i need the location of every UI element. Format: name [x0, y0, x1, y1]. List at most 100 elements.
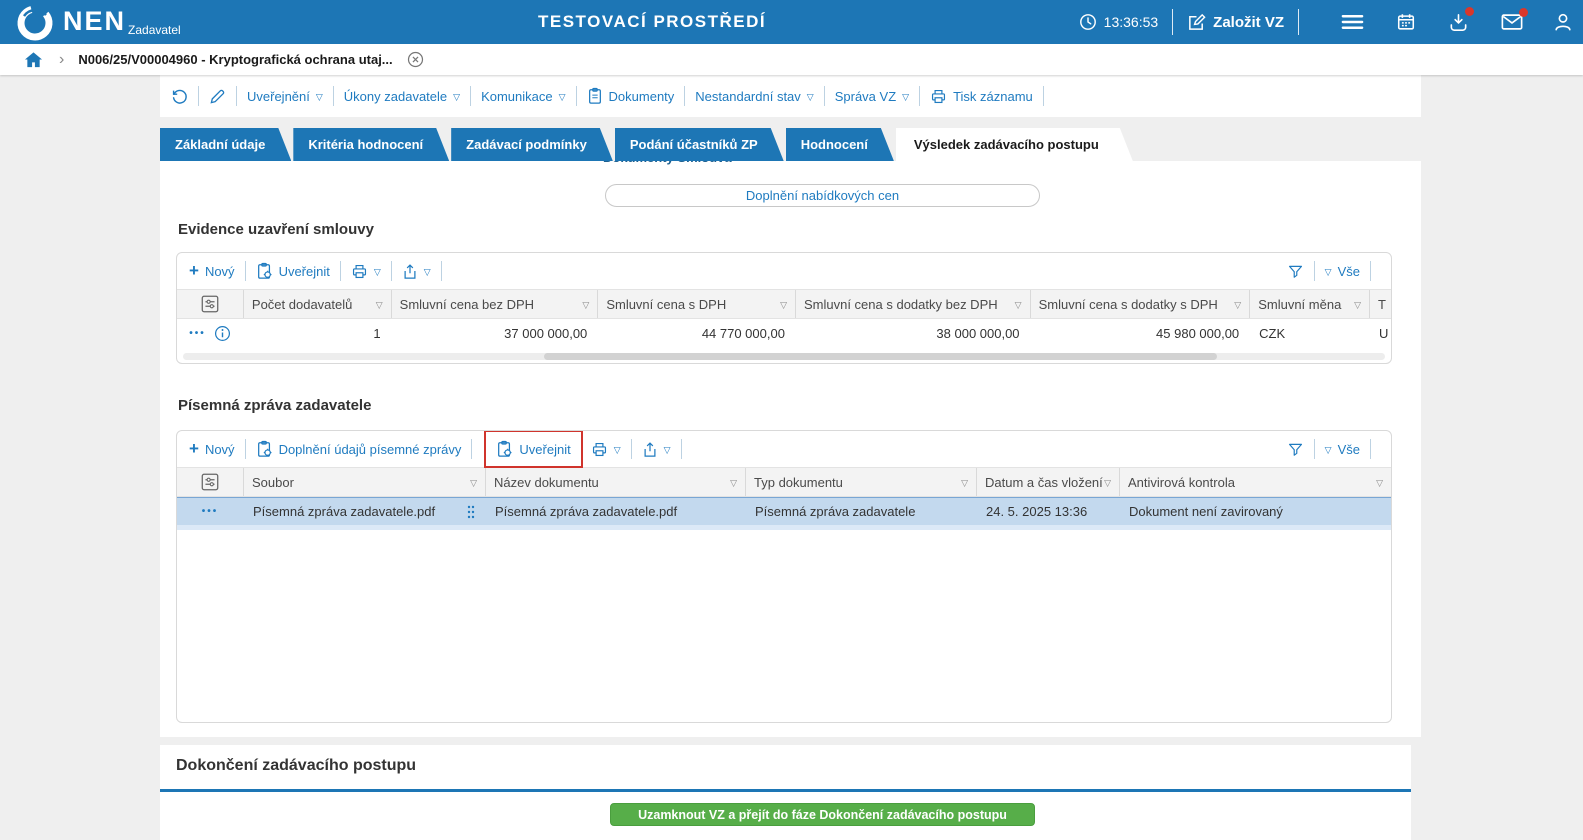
column-header[interactable]: Smluvní cena s dodatky bez DPH▽	[795, 290, 1030, 318]
column-settings-icon	[200, 472, 220, 492]
row-menu-icon[interactable]: •••	[202, 506, 219, 517]
column-settings-button[interactable]	[177, 468, 243, 496]
column-header[interactable]: Smluvní měna▽	[1249, 290, 1369, 318]
tab-zadavaci-podminky[interactable]: Zadávací podmínky	[451, 128, 613, 161]
notification-badge	[1465, 7, 1474, 16]
filter-dropdown-icon[interactable]: ▽	[1015, 301, 1022, 310]
tab-podani-ucastniku[interactable]: Podání účastníků ZP	[615, 128, 784, 161]
publish-highlight-box: Uveřejnit	[484, 430, 582, 468]
column-header-truncated[interactable]: T	[1369, 290, 1391, 318]
menu-uverejneni[interactable]: Uveřejnění▽	[247, 89, 323, 104]
brand[interactable]: NEN Zadavatel	[0, 1, 181, 44]
tab-kriteria-hodnoceni[interactable]: Kritéria hodnocení	[293, 128, 449, 161]
fill-offer-prices-button[interactable]: Doplnění nabídkových cen	[605, 184, 1040, 207]
edit-button[interactable]	[209, 88, 226, 105]
contract-table-row[interactable]: ••• 1 37 000 000,00 44 770 000,00 38 000…	[177, 319, 1391, 347]
filter-dropdown-icon[interactable]: ▽	[470, 479, 477, 488]
column-header[interactable]: Datum a čas vložení▽	[976, 468, 1119, 496]
column-header[interactable]: Soubor▽	[243, 468, 485, 496]
report-table-row-selected[interactable]: ••• Písemná zpráva zadavatele.pdf Písemn…	[177, 497, 1391, 525]
divider	[1298, 9, 1299, 35]
menu-button[interactable]	[1341, 13, 1364, 31]
filter-dropdown-icon[interactable]: ▽	[961, 479, 968, 488]
fill-report-data-button[interactable]: Doplnění údajů písemné zprávy	[256, 440, 462, 458]
user-profile-button[interactable]	[1553, 12, 1573, 32]
report-grid-toolbar: +Nový Doplnění údajů písemné zprávy Uveř…	[177, 431, 1391, 467]
column-header[interactable]: Název dokumentu▽	[485, 468, 745, 496]
divider	[919, 86, 920, 106]
divider	[631, 439, 632, 459]
dropdown-icon: ▽	[902, 93, 909, 102]
lock-vz-button[interactable]: Uzamknout VZ a přejít do fáze Dokončení …	[610, 803, 1035, 826]
close-record-icon[interactable]	[407, 51, 424, 68]
filter-dropdown-icon[interactable]: ▽	[1104, 479, 1111, 488]
cell-mena: CZK	[1249, 326, 1369, 341]
column-settings-button[interactable]	[177, 290, 243, 318]
column-header[interactable]: Smluvní cena s dodatky s DPH▽	[1030, 290, 1250, 318]
horizontal-scrollbar[interactable]	[183, 353, 1385, 360]
filter-button[interactable]	[1287, 263, 1304, 280]
column-header[interactable]: Typ dokumentu▽	[745, 468, 976, 496]
history-button[interactable]	[170, 87, 188, 105]
contract-table-header: Počet dodavatelů▽ Smluvní cena bez DPH▽ …	[177, 289, 1391, 319]
print-grid-button[interactable]: ▽	[351, 263, 381, 280]
cell-soubor[interactable]: Písemná zpráva zadavatele.pdf	[253, 504, 435, 519]
row-menu-icon[interactable]: •••	[189, 328, 206, 339]
column-header[interactable]: Antivirová kontrola▽	[1119, 468, 1391, 496]
contract-grid: +Nový Uveřejnit ▽ ▽	[176, 252, 1392, 364]
divider	[576, 86, 577, 106]
print-record-button[interactable]: Tisk záznamu	[930, 88, 1033, 105]
export-icon	[642, 441, 658, 458]
messages-button[interactable]	[1501, 13, 1523, 31]
tab-hodnoceni[interactable]: Hodnocení	[786, 128, 894, 161]
calendar-button[interactable]	[1396, 12, 1416, 32]
breadcrumb-record[interactable]: N006/25/V00004960 - Kryptografická ochra…	[78, 52, 392, 67]
divider	[441, 261, 442, 281]
export-button[interactable]: ▽	[642, 441, 671, 458]
drag-handle-icon[interactable]	[467, 505, 475, 519]
downloads-button[interactable]	[1448, 12, 1469, 33]
tab-vysledek-active[interactable]: Výsledek zadávacího postupu	[896, 128, 1133, 161]
hamburger-icon	[1341, 13, 1364, 31]
home-icon[interactable]	[24, 51, 43, 69]
publish-report-button[interactable]: Uveřejnit	[496, 440, 570, 458]
environment-title: TESTOVACÍ PROSTŘEDÍ	[538, 12, 766, 32]
filter-button[interactable]	[1287, 441, 1304, 458]
menu-dokumenty[interactable]: Dokumenty	[587, 87, 675, 105]
scrollbar-thumb[interactable]	[544, 353, 1217, 360]
divider	[471, 439, 472, 459]
dropdown-icon: ▽	[614, 446, 621, 455]
menu-sprava-vz[interactable]: Správa VZ▽	[835, 89, 909, 104]
publish-button[interactable]: Uveřejnit	[256, 262, 330, 280]
menu-komunikace[interactable]: Komunikace▽	[481, 89, 565, 104]
filter-dropdown-icon[interactable]: ▽	[582, 301, 589, 310]
menu-ukony-zadavatele[interactable]: Úkony zadavatele▽	[344, 89, 460, 104]
report-grid: +Nový Doplnění údajů písemné zprávy Uveř…	[176, 430, 1392, 723]
filter-dropdown-icon[interactable]: ▽	[376, 301, 383, 310]
dropdown-icon: ▽	[559, 93, 566, 102]
cell-pocet-dodavatelu: 1	[243, 326, 391, 341]
filter-dropdown-icon[interactable]: ▽	[1376, 479, 1383, 488]
view-all-selector[interactable]: ▽Vše	[1325, 264, 1360, 279]
column-header[interactable]: Smluvní cena bez DPH▽	[391, 290, 598, 318]
new-button[interactable]: +Nový	[189, 439, 235, 459]
filter-dropdown-icon[interactable]: ▽	[1234, 301, 1241, 310]
filter-dropdown-icon[interactable]: ▽	[1354, 301, 1361, 310]
tab-zakladni-udaje[interactable]: Základní údaje	[160, 128, 291, 161]
time-value: 13:36:53	[1104, 14, 1159, 30]
dropdown-icon: ▽	[424, 268, 431, 277]
print-grid-button[interactable]: ▽	[591, 441, 621, 458]
view-all-selector[interactable]: ▽Vše	[1325, 442, 1360, 457]
column-header[interactable]: Počet dodavatelů▽	[243, 290, 391, 318]
create-vz-button[interactable]: Založit VZ	[1187, 13, 1284, 32]
divider	[333, 86, 334, 106]
filter-dropdown-icon[interactable]: ▽	[780, 301, 787, 310]
filter-dropdown-icon[interactable]: ▽	[730, 479, 737, 488]
info-icon[interactable]	[214, 325, 231, 342]
new-button[interactable]: +Nový	[189, 261, 235, 281]
export-button[interactable]: ▽	[402, 263, 431, 280]
cell-antivirova-kontrola: Dokument není zavirovaný	[1119, 504, 1391, 519]
column-header[interactable]: Smluvní cena s DPH▽	[597, 290, 795, 318]
menu-nestandardni-stav[interactable]: Nestandardní stav▽	[695, 89, 813, 104]
divider	[681, 439, 682, 459]
